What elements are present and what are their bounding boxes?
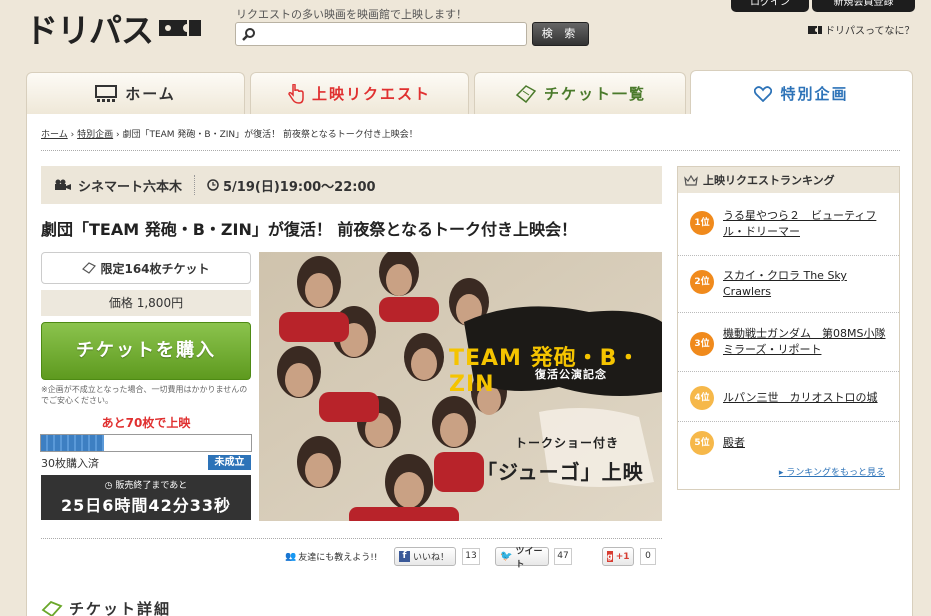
venue-name: シネマート六本木	[78, 179, 183, 195]
breadcrumb: ホーム › 特別企画 › 劇団「TEAM 発砲・B・ZIN」が復活！ 前夜祭とな…	[41, 127, 418, 140]
ranking-item[interactable]: 1位 うる星やつら２ ビューティフル・ドリーマー	[678, 198, 899, 252]
remaining-tickets: あと70枚で上映	[101, 416, 191, 430]
tweet-button[interactable]: 🐦 ツイート	[495, 547, 549, 570]
tweet-label: ツイート	[515, 546, 543, 570]
people-icon: 👥	[285, 551, 297, 562]
limited-tickets-text: 限定164枚チケット	[100, 261, 210, 276]
clock-icon: ◷	[104, 481, 116, 491]
about-link[interactable]: ドリパスってなに？	[808, 22, 915, 37]
countdown-label: ◷ 販売終了まであと	[104, 481, 188, 491]
ranking-item-title[interactable]: ルパン三世 カリオストロの城	[723, 390, 895, 406]
sales-progress-fill	[41, 435, 104, 451]
status-badge: 未成立	[208, 455, 251, 470]
ranking-item[interactable]: 3位 機動戦士ガンダム 第08MS小隊 ミラーズ・リポート	[678, 312, 899, 366]
clock-icon	[207, 179, 219, 191]
countdown-box: ◷ 販売終了まであと 25日6時間42分33秒	[41, 475, 251, 520]
divider	[41, 538, 662, 539]
heart-icon	[754, 85, 773, 102]
event-title: 劇団「TEAM 発砲・B・ZIN」が復活！ 前夜祭となるトーク付き上映会！	[41, 220, 577, 239]
about-link-label: ドリパスってなに？	[825, 26, 915, 37]
tab-tickets[interactable]: チケット一覧	[474, 72, 686, 114]
purchased-count: 30枚購入済	[41, 457, 99, 470]
ticket-detail-heading-text: チケット詳細	[69, 600, 172, 616]
facebook-icon: f	[399, 551, 410, 562]
event-info-bar: シネマート六本木 5/19(日)19:00～22:00	[41, 166, 662, 204]
facebook-like-label: いいね！	[413, 553, 450, 563]
tab-request[interactable]: 上映リクエスト	[250, 72, 469, 114]
gplus-button[interactable]: g +1	[602, 547, 634, 566]
twitter-icon: 🐦	[500, 551, 513, 562]
search-box	[235, 22, 527, 46]
event-datetime-text: 5/19(日)19:00～22:00	[223, 179, 376, 195]
ticket-icon	[82, 262, 97, 274]
ticket-logo-icon	[159, 20, 201, 36]
register-button[interactable]: 新規会員登録	[812, 0, 915, 12]
poster-subtitle: 復活公演記念	[535, 368, 607, 381]
ranking-item[interactable]: 5位 殿者	[678, 421, 899, 461]
poster-talk-text: トークショー付き	[515, 436, 620, 450]
gplus-icon: g	[607, 551, 613, 562]
share-prompt: 👥 友達にも教えよう!!	[285, 550, 378, 564]
ticket-detail-heading: チケット詳細	[41, 598, 171, 616]
gplus-label: +1	[615, 551, 630, 562]
venue: シネマート六本木	[41, 175, 196, 195]
poster-film-text: 「ジューゴ」上映	[477, 460, 644, 484]
breadcrumb-home[interactable]: ホーム	[41, 130, 68, 140]
rank-badge: 2位	[690, 270, 714, 294]
crown-icon	[684, 174, 698, 186]
facebook-like-button[interactable]: f いいね！	[394, 547, 456, 566]
theater-icon	[95, 84, 118, 102]
tab-home-label: ホーム	[125, 85, 176, 103]
breadcrumb-current: 劇団「TEAM 発砲・B・ZIN」が復活！ 前夜祭となるトーク付き上映会！	[122, 130, 418, 140]
ranking-item-title[interactable]: 殿者	[723, 435, 895, 451]
search-icon	[242, 28, 255, 41]
request-ranking: 上映リクエストランキング 1位 うる星やつら２ ビューティフル・ドリーマー 2位…	[677, 166, 900, 490]
countdown-value: 25日6時間42分33秒	[61, 496, 231, 515]
tweet-count: 47	[554, 548, 572, 565]
tab-special-label: 特別企画	[780, 85, 849, 103]
ranking-item-title[interactable]: 機動戦士ガンダム 第08MS小隊 ミラーズ・リポート	[723, 326, 895, 358]
ranking-item[interactable]: 2位 スカイ・クロラ The Sky Crawlers	[678, 255, 899, 309]
rank-badge: 4位	[690, 386, 714, 410]
rank-badge: 5位	[690, 431, 714, 455]
tab-home[interactable]: ホーム	[26, 72, 245, 114]
rank-badge: 1位	[690, 211, 714, 235]
price: 価格 1,800円	[41, 290, 251, 316]
ranking-title: 上映リクエストランキング	[703, 174, 835, 187]
login-button[interactable]: ログイン	[731, 0, 809, 12]
tab-special[interactable]: 特別企画	[690, 70, 913, 116]
limited-tickets-label: 限定164枚チケット	[41, 252, 251, 284]
search-button[interactable]: 検 索	[532, 22, 589, 46]
site-logo[interactable]: ドリパス	[25, 8, 210, 50]
search-input[interactable]	[262, 25, 522, 43]
ranking-item-title[interactable]: うる星やつら２ ビューティフル・ドリーマー	[723, 208, 895, 240]
event-datetime: 5/19(日)19:00～22:00	[195, 176, 376, 195]
breadcrumb-separator: ›	[115, 130, 120, 140]
tab-request-label: 上映リクエスト	[311, 85, 431, 103]
ranking-more-link[interactable]: ▸ ランキングをもっと見る	[779, 465, 885, 478]
buy-ticket-button[interactable]: チケットを購入	[41, 322, 251, 380]
ranking-header: 上映リクエストランキング	[678, 167, 899, 193]
event-poster: TEAM 発砲・B・ZIN 復活公演記念 トークショー付き 「ジューゴ」上映	[259, 252, 662, 521]
ticket-icon	[515, 84, 536, 103]
like-count: 13	[462, 548, 480, 565]
video-camera-icon	[55, 179, 71, 190]
ticket-icon	[808, 25, 822, 34]
divider	[41, 150, 900, 151]
rank-badge: 3位	[690, 332, 714, 356]
tab-tickets-label: チケット一覧	[543, 85, 646, 103]
hand-pointer-icon	[288, 83, 304, 104]
ranking-item-title[interactable]: スカイ・クロラ The Sky Crawlers	[723, 268, 895, 300]
logo-text: ドリパス	[25, 11, 154, 50]
breadcrumb-separator: ›	[70, 130, 75, 140]
tagline: リクエストの多い映画を映画館で上映します！	[236, 8, 467, 21]
sales-progress-bar	[40, 434, 252, 452]
gplus-count: 0	[640, 548, 656, 565]
share-text: 友達にも教えよう!!	[298, 553, 378, 563]
refund-note: ※企画が不成立となった場合、一切費用はかかりませんのでご安心ください。	[41, 385, 248, 405]
breadcrumb-special[interactable]: 特別企画	[77, 130, 113, 140]
ranking-item[interactable]: 4位 ルパン三世 カリオストロの城	[678, 371, 899, 421]
ticket-icon	[41, 600, 63, 616]
